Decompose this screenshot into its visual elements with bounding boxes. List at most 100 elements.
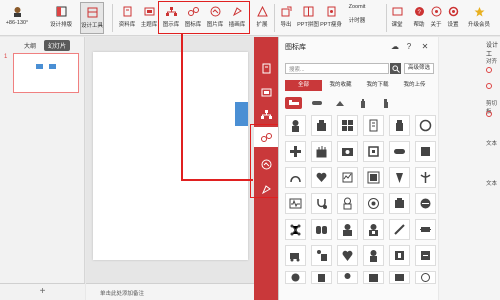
theme-button[interactable]: 主题库	[138, 2, 160, 34]
slide-canvas[interactable]	[93, 52, 248, 260]
classroom-label: 课堂	[391, 22, 403, 28]
icon-cell[interactable]	[363, 245, 384, 266]
icon-cell[interactable]	[363, 219, 384, 240]
spray-icon[interactable]	[377, 97, 394, 109]
ppt-collage-button[interactable]: PPT拼图	[297, 2, 319, 34]
advanced-filter-button[interactable]: 高级筛选	[404, 63, 434, 74]
icon-cell[interactable]	[337, 245, 358, 266]
avatar-button[interactable]: +86-130°	[4, 2, 30, 34]
icon-cell[interactable]	[363, 115, 384, 136]
icon-cell[interactable]	[363, 167, 384, 188]
zoomit-label: Zoomit	[348, 4, 366, 10]
icon-library-panel: 图标库 ☁ ? ✕ 搜索... 高级筛选 全部 我的收藏 我的下载 我的上传	[278, 37, 438, 300]
layout-label: 设计排版	[49, 22, 72, 28]
tab-outline[interactable]: 大纲	[20, 40, 40, 51]
tab-slides[interactable]: 幻灯片	[44, 40, 71, 51]
icon-cell[interactable]	[337, 219, 358, 240]
filter-favorites[interactable]: 我的收藏	[322, 80, 359, 91]
icon-cell[interactable]	[337, 271, 358, 284]
icon-cell[interactable]	[337, 115, 358, 136]
icon-cell[interactable]	[389, 193, 410, 214]
export-button[interactable]: 导出	[277, 2, 295, 34]
filter-all[interactable]: 全部	[285, 80, 322, 91]
hand-icon[interactable]	[331, 97, 348, 109]
icon-cell[interactable]	[285, 141, 306, 162]
ppt-slim-button[interactable]: PPT瘦身	[320, 2, 342, 34]
search-icon[interactable]	[390, 63, 401, 74]
filter-uploads[interactable]: 我的上传	[396, 80, 433, 91]
icon-cell[interactable]	[415, 245, 436, 266]
settings-button[interactable]: 设置	[445, 2, 461, 34]
icon-cell[interactable]	[285, 193, 306, 214]
category-row	[285, 96, 435, 110]
timer-label: 计时器	[348, 18, 366, 24]
icon-cell[interactable]	[363, 193, 384, 214]
icon-cell[interactable]	[285, 245, 306, 266]
thumb-shape	[49, 64, 56, 69]
icon-cell[interactable]	[311, 167, 332, 188]
icon-cell[interactable]	[311, 219, 332, 240]
icon-cell[interactable]	[389, 141, 410, 162]
bed-icon[interactable]	[285, 97, 302, 109]
bottle-icon[interactable]	[354, 97, 371, 109]
align-icon[interactable]	[486, 83, 492, 89]
icon-cell[interactable]	[311, 115, 332, 136]
cloud-icon[interactable]: ☁	[390, 41, 400, 51]
extend-button[interactable]: 扩展	[252, 2, 272, 34]
filter-downloads[interactable]: 我的下载	[359, 80, 396, 91]
icon-cell[interactable]	[389, 271, 410, 284]
icon-cell[interactable]	[415, 141, 436, 162]
icon-cell[interactable]	[311, 193, 332, 214]
icon-cell[interactable]	[337, 193, 358, 214]
clipboard-icon[interactable]	[486, 111, 492, 117]
icon-cell[interactable]	[363, 141, 384, 162]
icon-cell[interactable]	[415, 193, 436, 214]
icon-cell[interactable]	[389, 115, 410, 136]
upgrade-label: 升级会员	[467, 22, 490, 28]
layout-icon[interactable]	[259, 85, 273, 99]
align-icon[interactable]	[486, 67, 492, 73]
icon-cell[interactable]	[415, 271, 436, 284]
slide-shape[interactable]	[235, 102, 248, 126]
icon-cell[interactable]	[285, 219, 306, 240]
icon-cell[interactable]	[285, 167, 306, 188]
library-button[interactable]: 资料库	[116, 2, 138, 34]
notes-field[interactable]: 单击此处添加备注	[86, 283, 256, 300]
right-pane-item: 文本	[486, 141, 498, 147]
design-tools-button[interactable]: 设计工具	[80, 2, 104, 34]
ppt-collage-icon	[302, 5, 314, 17]
icon-cell[interactable]	[311, 141, 332, 162]
slide-thumbnail[interactable]	[13, 53, 79, 93]
about-button[interactable]: 关于	[428, 2, 444, 34]
icon-cell[interactable]	[337, 141, 358, 162]
layout-icon	[55, 5, 67, 17]
icon-cell[interactable]	[285, 115, 306, 136]
classroom-button[interactable]: 课堂	[389, 2, 405, 34]
toolbar-highlight-box	[158, 1, 250, 34]
icon-cell[interactable]	[311, 271, 332, 284]
icon-cell[interactable]	[311, 245, 332, 266]
help-button[interactable]: ? 帮助	[411, 2, 427, 34]
icon-cell[interactable]	[389, 245, 410, 266]
icon-cell[interactable]	[389, 219, 410, 240]
export-label: 导出	[280, 22, 292, 28]
search-input[interactable]: 搜索...	[285, 63, 389, 74]
diagram-icon[interactable]	[259, 107, 273, 121]
theme-icon	[143, 5, 155, 17]
bookmark-icon[interactable]	[259, 61, 273, 75]
close-icon[interactable]: ✕	[420, 41, 430, 51]
icon-cell[interactable]	[363, 271, 384, 284]
library-label: 资料库	[118, 22, 136, 28]
help-icon[interactable]: ?	[404, 41, 414, 51]
icon-cell[interactable]	[285, 271, 306, 284]
layout-button[interactable]: 设计排版	[48, 2, 74, 34]
icon-cell[interactable]	[389, 167, 410, 188]
icon-cell[interactable]	[337, 167, 358, 188]
zoomit-button[interactable]: Zoomit 计时器	[344, 1, 370, 33]
icon-cell[interactable]	[415, 219, 436, 240]
add-slide-button[interactable]: +	[0, 283, 85, 300]
capsule-icon[interactable]	[308, 97, 325, 109]
upgrade-button[interactable]: 升级会员	[464, 2, 494, 34]
icon-cell[interactable]	[415, 115, 436, 136]
icon-cell[interactable]	[415, 167, 436, 188]
